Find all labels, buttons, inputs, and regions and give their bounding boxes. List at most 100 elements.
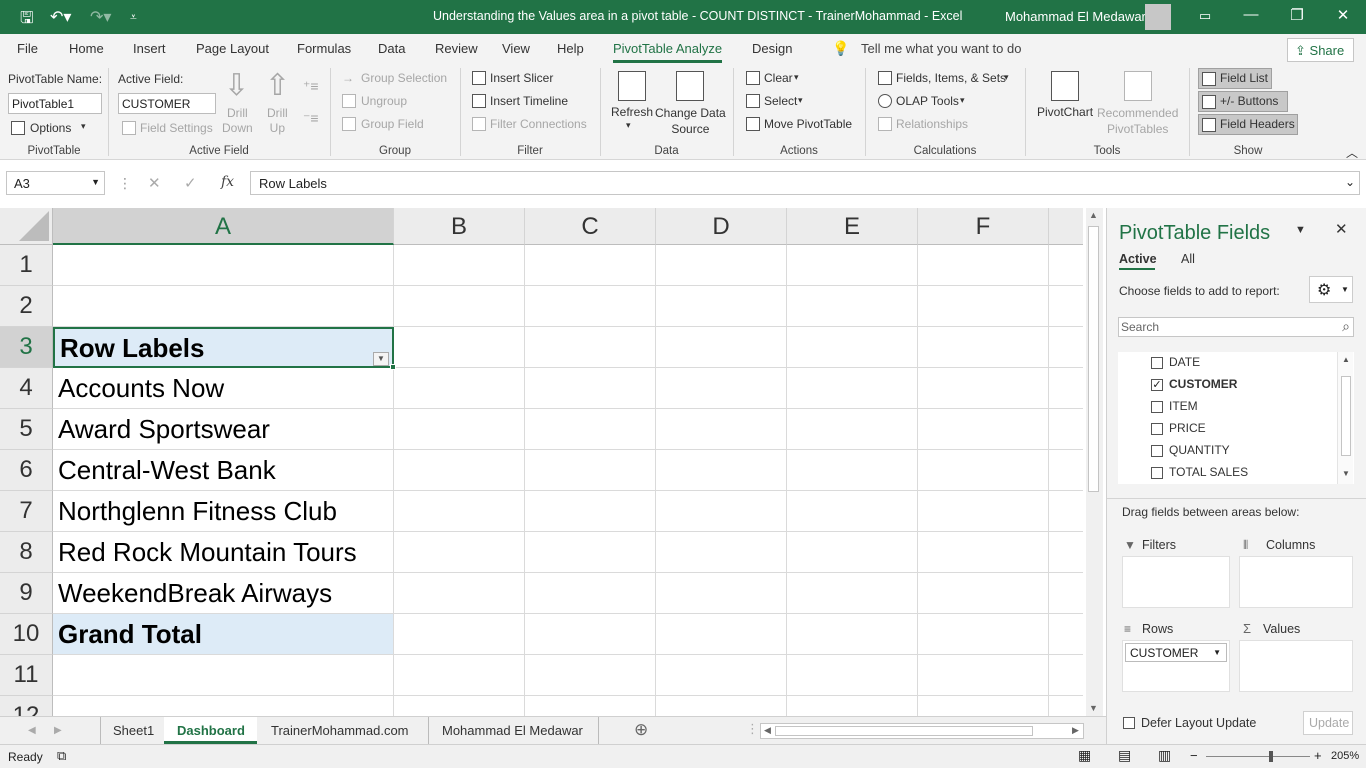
cell-e12[interactable] [787,696,918,716]
cell-g1[interactable] [1049,245,1083,286]
options-button[interactable]: Options [30,121,71,135]
field-label[interactable]: CUSTOMER [1169,377,1237,391]
redo-icon[interactable]: ↷▾ [90,7,111,27]
cell-f6[interactable] [918,450,1049,491]
cell-g12[interactable] [1049,696,1083,716]
tab-review[interactable]: Review [435,41,478,56]
cell-d5[interactable] [656,409,787,450]
row-header-2[interactable]: 2 [0,286,53,327]
field-checkbox-date[interactable] [1151,357,1163,369]
new-sheet-icon[interactable]: ⊕ [634,720,648,740]
cell-b3[interactable] [394,327,525,368]
cell-c1[interactable] [525,245,656,286]
cell-g4[interactable] [1049,368,1083,409]
cell-e4[interactable] [787,368,918,409]
chevron-down-icon[interactable]: ▾ [1004,72,1009,83]
sheet-tab-mohammad-el-medawar[interactable]: Mohammad El Medawar [442,723,583,738]
row-header-11[interactable]: 11 [0,655,53,696]
tab-formulas[interactable]: Formulas [297,41,351,56]
field-checkbox-price[interactable] [1151,423,1163,435]
hscroll-thumb[interactable] [775,726,1033,736]
cell-d8[interactable] [656,532,787,573]
close-icon[interactable]: ✕ [1328,6,1358,24]
group-selection-button[interactable]: Group Selection [361,71,447,85]
tab-view[interactable]: View [502,41,530,56]
rows-area[interactable]: CUSTOMER ▼ [1122,640,1230,692]
cell-e5[interactable] [787,409,918,450]
search-icon[interactable]: ⌕ [1342,318,1350,335]
minimize-icon[interactable]: — [1236,6,1266,23]
horizontal-scrollbar[interactable]: ◀ ▶ [760,723,1084,739]
cell-e8[interactable] [787,532,918,573]
defer-layout-checkbox[interactable] [1123,717,1135,729]
cell-d3[interactable] [656,327,787,368]
field-label[interactable]: ITEM [1169,399,1198,413]
chevron-down-icon[interactable]: ▼ [1213,648,1221,657]
row-header-6[interactable]: 6 [0,450,53,491]
cell-e6[interactable] [787,450,918,491]
field-label[interactable]: PRICE [1169,421,1206,435]
share-button[interactable]: ⇪ Share [1287,38,1354,62]
cell-d9[interactable] [656,573,787,614]
insert-timeline-button[interactable]: Insert Timeline [490,94,568,108]
page-layout-view-icon[interactable]: ▤ [1118,747,1131,764]
values-area[interactable] [1239,640,1353,692]
name-box[interactable]: A3 ▼ [6,171,105,195]
pivotchart-button[interactable]: PivotChart [1037,105,1093,119]
row-header-10[interactable]: 10 [0,614,53,655]
scroll-up-icon[interactable]: ▲ [1342,355,1350,364]
macro-record-icon[interactable]: ⧉ [57,748,66,764]
cell-a6[interactable]: Central-West Bank [53,450,394,491]
vertical-scrollbar[interactable]: ▲ ▼ [1086,208,1103,716]
cell-f1[interactable] [918,245,1049,286]
refresh-button[interactable]: Refresh [611,105,653,119]
cell-a10[interactable]: Grand Total [53,614,394,655]
change-data-source-button[interactable]: Change Data Source [655,105,726,137]
cell-b7[interactable] [394,491,525,532]
row-labels-filter-button[interactable]: ▼ [373,352,389,366]
save-icon[interactable]: 🖫 [20,7,34,34]
zoom-out-icon[interactable]: − [1190,748,1198,763]
fx-icon[interactable]: fx [221,174,234,190]
cell-f4[interactable] [918,368,1049,409]
cell-e1[interactable] [787,245,918,286]
cell-b8[interactable] [394,532,525,573]
cell-g10[interactable] [1049,614,1083,655]
field-settings-button[interactable]: Field Settings [140,121,213,135]
insert-slicer-button[interactable]: Insert Slicer [490,71,553,85]
cell-b5[interactable] [394,409,525,450]
cell-c9[interactable] [525,573,656,614]
column-header-b[interactable]: B [394,208,525,245]
column-header-f[interactable]: F [918,208,1049,245]
fill-handle[interactable] [390,364,396,370]
chevron-down-icon[interactable]: ▾ [798,95,803,106]
scroll-thumb[interactable] [1088,226,1099,492]
cell-d10[interactable] [656,614,787,655]
column-header-a[interactable]: A [53,208,394,245]
cancel-icon[interactable]: ✕ [148,174,161,192]
group-field-button[interactable]: Group Field [361,117,424,131]
sheet-tab-dashboard[interactable]: Dashboard [177,723,245,738]
scroll-left-icon[interactable]: ◀ [764,725,771,736]
cell-f2[interactable] [918,286,1049,327]
cell-f3[interactable] [918,327,1049,368]
zoom-in-icon[interactable]: + [1314,748,1322,763]
cell-b9[interactable] [394,573,525,614]
tab-file[interactable]: File [17,41,38,56]
cell-g3[interactable] [1049,327,1083,368]
cell-g7[interactable] [1049,491,1083,532]
chevron-down-icon[interactable]: ▼ [91,177,100,187]
cell-c10[interactable] [525,614,656,655]
tab-insert[interactable]: Insert [133,41,166,56]
worksheet-grid[interactable]: A B C D E F 1 2 3 Row Labels ▼ 4 Accounts Now 5… [0,208,1083,716]
drill-down-button[interactable]: Drill Down [222,106,253,136]
ungroup-button[interactable]: Ungroup [361,94,407,108]
cell-f8[interactable] [918,532,1049,573]
cell-e7[interactable] [787,491,918,532]
cell-e10[interactable] [787,614,918,655]
row-header-7[interactable]: 7 [0,491,53,532]
cell-a11[interactable] [53,655,394,696]
clear-button[interactable]: Clear [764,71,793,85]
cell-g11[interactable] [1049,655,1083,696]
cell-a4[interactable]: Accounts Now [53,368,394,409]
